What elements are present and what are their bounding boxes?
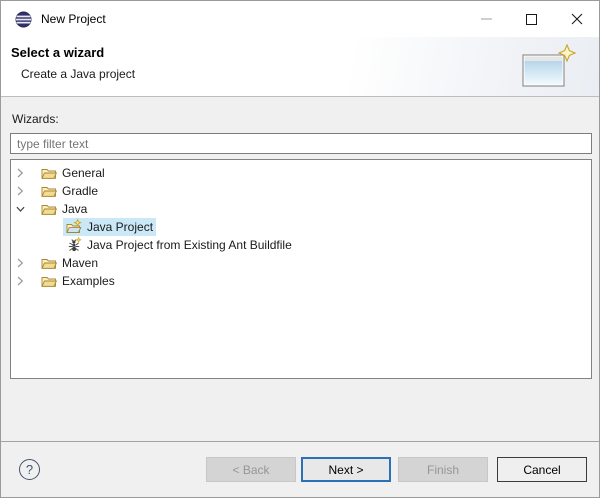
new-wizard-icon: [519, 43, 577, 91]
tree-item-label: Gradle: [62, 184, 98, 198]
tree-item-label: Java: [62, 202, 87, 216]
wizard-tree[interactable]: General Gradle: [10, 159, 592, 379]
tree-item-java-project-ant[interactable]: Java Project from Existing Ant Buildfile: [11, 236, 591, 254]
question-mark-icon: ?: [26, 462, 33, 477]
button-bar: ? < Back Next > Finish Cancel: [1, 441, 599, 497]
tree-item-content: Gradle: [38, 182, 101, 200]
next-button[interactable]: Next >: [301, 457, 391, 482]
help-button[interactable]: ?: [19, 459, 40, 480]
tree-item-content: Java: [38, 200, 90, 218]
chevron-down-icon[interactable]: [16, 204, 25, 214]
folder-icon: [41, 255, 57, 271]
chevron-right-icon[interactable]: [16, 168, 25, 178]
close-button[interactable]: [554, 1, 599, 37]
chevron-right-icon[interactable]: [16, 258, 25, 268]
new-project-dialog: New Project Select a wizard Create a Jav…: [0, 0, 600, 498]
tree-item-label: General: [62, 166, 105, 180]
new-java-project-icon: [66, 219, 82, 235]
titlebar: New Project: [1, 1, 599, 37]
maximize-button[interactable]: [509, 1, 554, 37]
window-title: New Project: [41, 12, 106, 26]
minimize-button: [464, 1, 509, 37]
tree-item-content: Maven: [38, 254, 101, 272]
eclipse-logo-icon: [15, 11, 32, 28]
minimize-icon: [481, 18, 492, 20]
folder-icon: [41, 165, 57, 181]
tree-item-content: General: [38, 164, 108, 182]
tree-item-general[interactable]: General: [11, 164, 591, 182]
cancel-button[interactable]: Cancel: [497, 457, 587, 482]
tree-item-content: Java Project: [63, 218, 156, 236]
maximize-icon: [526, 14, 537, 25]
tree-item-content: Examples: [38, 272, 118, 290]
wizard-header: Select a wizard Create a Java project: [1, 37, 599, 97]
tree-item-label: Java Project from Existing Ant Buildfile: [87, 238, 292, 252]
tree-item-examples[interactable]: Examples: [11, 272, 591, 290]
tree-item-content: Java Project from Existing Ant Buildfile: [63, 236, 295, 254]
tree-item-java-project[interactable]: Java Project: [11, 218, 591, 236]
chevron-right-icon[interactable]: [16, 276, 25, 286]
folder-icon: [41, 183, 57, 199]
wizards-label: Wizards:: [12, 112, 59, 126]
page-subtitle: Create a Java project: [21, 67, 135, 81]
folder-icon: [41, 201, 57, 217]
page-title: Select a wizard: [11, 45, 104, 60]
finish-button[interactable]: Finish: [398, 457, 488, 482]
window-controls: [464, 1, 599, 37]
tree-item-label: Examples: [62, 274, 115, 288]
tree-item-java[interactable]: Java: [11, 200, 591, 218]
tree-item-gradle[interactable]: Gradle: [11, 182, 591, 200]
ant-buildfile-icon: [66, 237, 82, 253]
filter-input[interactable]: [10, 133, 592, 154]
folder-icon: [41, 273, 57, 289]
tree-item-maven[interactable]: Maven: [11, 254, 591, 272]
dialog-buttons: < Back Next > Finish Cancel: [206, 457, 587, 482]
tree-item-label: Maven: [62, 256, 98, 270]
close-icon: [571, 13, 583, 25]
back-button[interactable]: < Back: [206, 457, 296, 482]
tree-item-label: Java Project: [87, 220, 153, 234]
chevron-right-icon[interactable]: [16, 186, 25, 196]
